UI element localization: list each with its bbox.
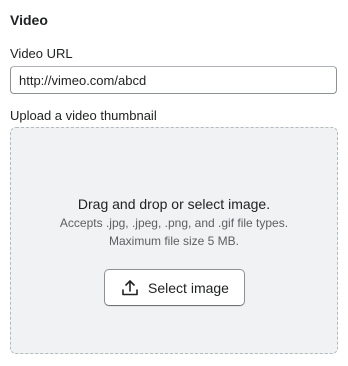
thumbnail-dropzone[interactable]: Drag and drop or select image. Accepts .… (10, 127, 338, 354)
video-url-label: Video URL (10, 46, 73, 61)
select-image-button[interactable]: Select image (104, 269, 245, 306)
upload-icon (120, 278, 140, 298)
section-title: Video (10, 12, 48, 28)
video-url-input[interactable] (10, 66, 337, 94)
thumbnail-upload-label: Upload a video thumbnail (10, 108, 157, 123)
dropzone-accepted-types: Accepts .jpg, .jpeg, .png, and .gif file… (59, 216, 289, 230)
dropzone-heading: Drag and drop or select image. (77, 196, 271, 212)
select-image-label: Select image (148, 279, 229, 296)
dropzone-max-size: Maximum file size 5 MB. (108, 234, 240, 248)
